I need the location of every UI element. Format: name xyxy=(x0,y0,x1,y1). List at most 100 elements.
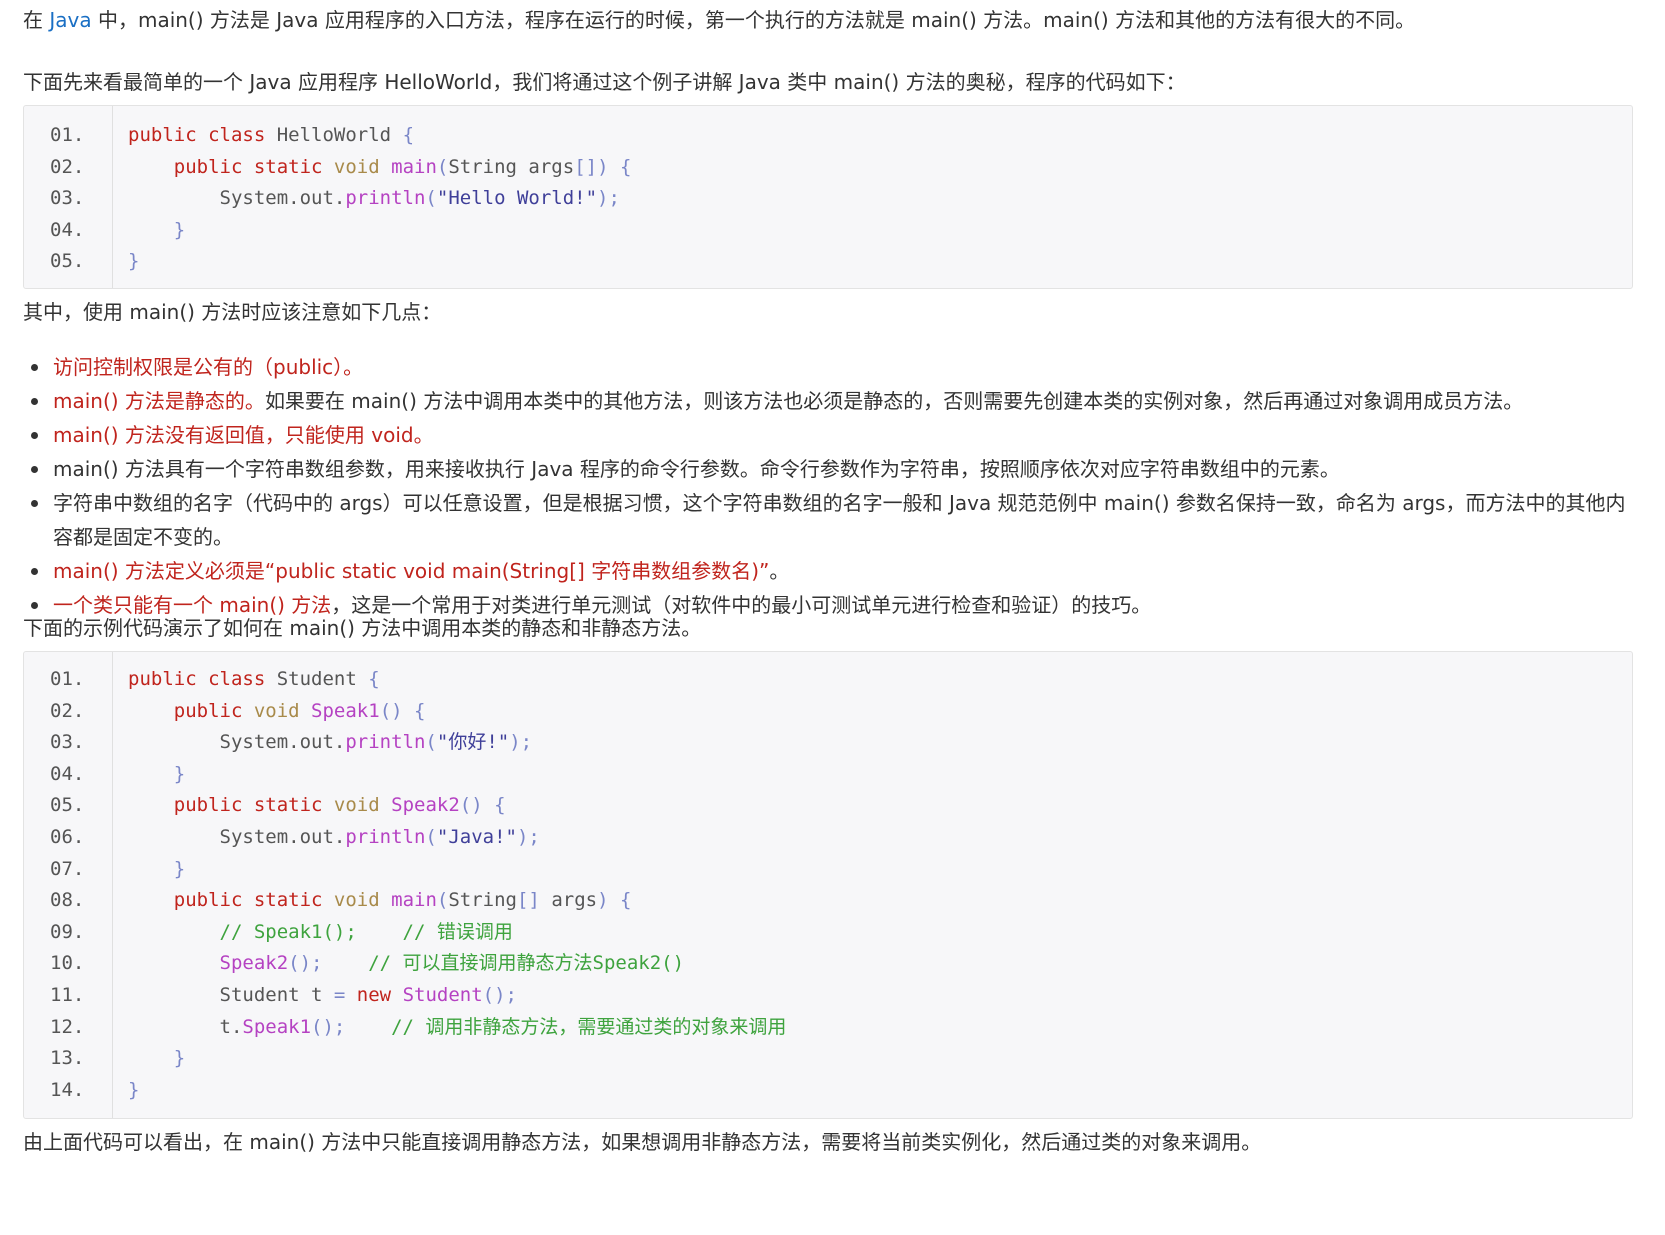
code-line: 10. Speak2(); // 可以直接调用静态方法Speak2() xyxy=(24,946,1632,980)
code-token: // Speak1(); // 错误调用 xyxy=(219,920,513,943)
code-token: { xyxy=(402,124,415,146)
code-text: public void Speak1() { xyxy=(128,694,426,728)
code-token: { xyxy=(608,155,632,178)
line-number: 14. xyxy=(50,1078,85,1101)
code-token: Speak1 xyxy=(311,699,380,722)
code-token: ( xyxy=(436,889,449,912)
java-link[interactable]: Java xyxy=(49,8,91,32)
note-text: 。 xyxy=(769,559,790,583)
code-token: public static xyxy=(173,889,323,912)
code-token: ( xyxy=(425,187,437,209)
code-token: () { xyxy=(379,699,426,722)
code-token: ) { xyxy=(597,889,632,912)
code-text: System.out.println("你好!"); xyxy=(128,725,533,759)
code-token: public static xyxy=(173,794,323,817)
intro-paragraph: 在 Java 中，main() 方法是 Java 应用程序的入口方法，程序在运行… xyxy=(23,4,1415,36)
code-text: Student t = new Student(); xyxy=(128,978,517,1012)
line-number: 12. xyxy=(50,1015,85,1038)
helloworld-paragraph: 下面先来看最简单的一个 Java 应用程序 HelloWorld，我们将通过这个… xyxy=(23,70,1186,94)
note-item: 访问控制权限是公有的（public）。 xyxy=(23,350,1643,384)
code-text: } xyxy=(128,757,185,791)
intro-text-before: 在 xyxy=(23,8,50,32)
code-text: public class HelloWorld { xyxy=(128,118,414,152)
code-token: args xyxy=(539,889,598,912)
note-item: main() 方法定义必须是“public static void main(S… xyxy=(23,554,1643,588)
note-text: 字符串中数组的名字（代码中的 args）可以任意设置，但是根据习惯，这个字符串数… xyxy=(53,491,1626,549)
code-token: t. xyxy=(128,1015,243,1038)
code-line: 14.} xyxy=(24,1073,1632,1107)
note-item: main() 方法具有一个字符串数组参数，用来接收执行 Java 程序的命令行参… xyxy=(23,452,1643,486)
code-token: } xyxy=(173,857,186,880)
code-token: String xyxy=(448,889,517,912)
code-token: (); xyxy=(288,952,369,975)
code-token: main xyxy=(391,155,437,178)
code-token: public class xyxy=(128,668,266,690)
code-token: new xyxy=(345,984,392,1006)
code-line: 04. } xyxy=(24,213,1632,247)
code-text: public class Student { xyxy=(128,662,380,696)
intro-text-after: 中，main() 方法是 Java 应用程序的入口方法，程序在运行的时候，第一个… xyxy=(91,8,1416,32)
code-token: []) xyxy=(574,155,609,178)
code-token: ); xyxy=(516,826,540,848)
line-number: 13. xyxy=(50,1047,85,1070)
code-line: 03. System.out.println("Hello World!"); xyxy=(24,181,1632,215)
code-token: System.out. xyxy=(128,826,346,848)
code-line: 11. Student t = new Student(); xyxy=(24,978,1632,1012)
code-token: HelloWorld xyxy=(265,124,403,146)
code-token: Student t xyxy=(128,984,334,1006)
code-text: } xyxy=(128,1073,139,1107)
code-token: println xyxy=(345,731,426,754)
note-text: 如果要在 main() 方法中调用本类中的其他方法，则该方法也必须是静态的，否则… xyxy=(264,389,1524,413)
article: 在 Java 中，main() 方法是 Java 应用程序的入口方法，程序在运行… xyxy=(0,0,1665,1235)
code-line: 06. System.out.println("Java!"); xyxy=(24,820,1632,854)
note-emphasis: main() 方法没有返回值，只能使用 void。 xyxy=(53,423,434,447)
code-line: 07. } xyxy=(24,852,1632,886)
code-line: 05.} xyxy=(24,244,1632,278)
line-number: 05. xyxy=(50,250,85,272)
code-block-helloworld: 01. public class HelloWorld {02. public s… xyxy=(23,105,1633,289)
code-text: } xyxy=(128,213,185,247)
note-item: 字符串中数组的名字（代码中的 args）可以任意设置，但是根据习惯，这个字符串数… xyxy=(23,486,1643,554)
code-token: "Java!" xyxy=(436,826,517,848)
notes-intro: 其中，使用 main() 方法时应该注意如下几点： xyxy=(23,300,442,324)
line-number: 01. xyxy=(50,668,85,690)
code-token: println xyxy=(345,187,426,209)
notes-list: 访问控制权限是公有的（public）。 main() 方法是静态的。如果要在 ma… xyxy=(23,350,1643,622)
example-paragraph: 下面的示例代码演示了如何在 main() 方法中调用本类的静态和非静态方法。 xyxy=(23,616,702,640)
code-line: 04. } xyxy=(24,757,1632,791)
code-token: "你好!" xyxy=(436,731,510,754)
note-emphasis: 访问控制权限是公有的（public）。 xyxy=(53,355,364,379)
code-line: 02. public void Speak1() { xyxy=(24,694,1632,728)
line-number: 04. xyxy=(50,218,85,241)
note-emphasis: main() 方法定义必须是“public static void main(S… xyxy=(53,559,770,583)
code-text: t.Speak1(); // 调用非静态方法，需要通过类的对象来调用 xyxy=(128,1010,787,1044)
line-number: 06. xyxy=(50,826,85,848)
note-item: main() 方法是静态的。如果要在 main() 方法中调用本类中的其他方法，… xyxy=(23,384,1643,418)
code-token: void xyxy=(322,794,392,817)
code-token: ); xyxy=(597,187,620,209)
code-token: ( xyxy=(436,155,449,178)
line-number: 03. xyxy=(50,731,85,754)
code-token: ); xyxy=(509,731,533,754)
code-line: 09. // Speak1(); // 错误调用 xyxy=(24,915,1632,949)
code-token: void xyxy=(322,889,392,912)
code-text: public static void main(String[] args) { xyxy=(128,883,632,917)
code-text: // Speak1(); // 错误调用 xyxy=(128,915,513,949)
line-number: 08. xyxy=(50,889,85,912)
code-line: 05. public static void Speak2() { xyxy=(24,788,1632,822)
code-line: 13. } xyxy=(24,1041,1632,1075)
code-token: (); xyxy=(482,984,517,1006)
code-token: // 调用非静态方法，需要通过类的对象来调用 xyxy=(391,1015,787,1038)
code-token: } xyxy=(173,1047,186,1070)
code-line: 03. System.out.println("你好!"); xyxy=(24,725,1632,759)
code-token: public class xyxy=(128,124,266,146)
line-number: 02. xyxy=(50,155,85,178)
code-token: public xyxy=(173,699,243,722)
code-token: // 可以直接调用静态方法Speak2() xyxy=(368,952,685,975)
code-token: [] xyxy=(516,889,540,912)
